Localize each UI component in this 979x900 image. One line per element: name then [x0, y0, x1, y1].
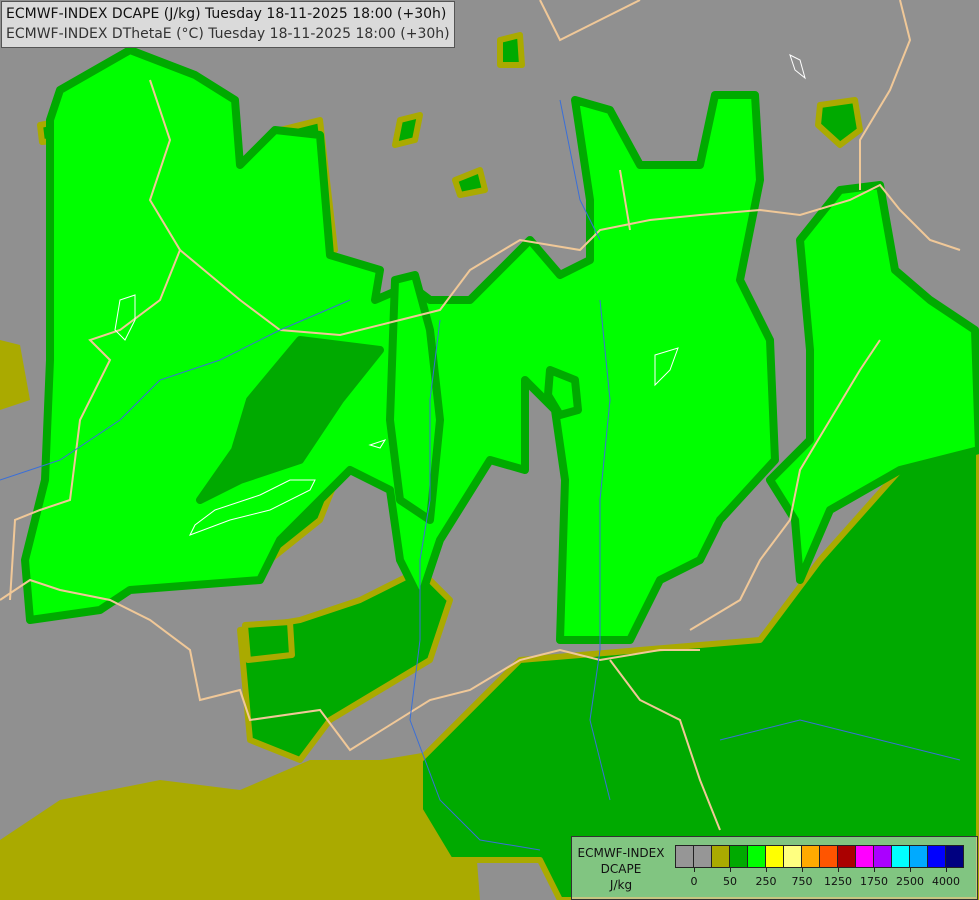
legend-swatch: [730, 846, 748, 867]
legend-swatch: [820, 846, 838, 867]
color-legend: ECMWF-INDEX DCAPE J/kg 0 50 250 750 1250 1750…: [571, 836, 978, 900]
legend-swatch: [784, 846, 802, 867]
legend-title-line: ECMWF-INDEX: [577, 846, 665, 860]
legend-tick-label: 1750: [860, 875, 888, 888]
dcape-map: [0, 0, 979, 900]
legend-swatch: [748, 846, 766, 867]
legend-tick: [694, 867, 695, 872]
legend-swatch: [712, 846, 730, 867]
legend-swatches: [675, 845, 964, 868]
legend-swatch: [856, 846, 874, 867]
map-title-box: ECMWF-INDEX DCAPE (J/kg) Tuesday 18-11-2…: [1, 1, 455, 48]
legend-tick-label: 250: [755, 875, 777, 888]
legend-tick-label: 750: [791, 875, 813, 888]
legend-swatch: [676, 846, 694, 867]
legend-swatch: [874, 846, 892, 867]
legend-swatch: [892, 846, 910, 867]
title-dcape: ECMWF-INDEX DCAPE (J/kg) Tuesday 18-11-2…: [6, 6, 447, 22]
legend-tick-label: 1250: [824, 875, 852, 888]
legend-swatch: [694, 846, 712, 867]
legend-unit: J/kg: [609, 878, 633, 892]
legend-title-line: DCAPE: [600, 862, 642, 876]
legend-swatch: [766, 846, 784, 867]
legend-tick: [946, 867, 947, 872]
legend-tick: [730, 867, 731, 872]
legend-tick: [874, 867, 875, 872]
legend-swatch: [946, 846, 963, 867]
legend-tick: [766, 867, 767, 872]
legend-tick-label: 50: [723, 875, 737, 888]
legend-tick-label: 0: [690, 875, 698, 888]
legend-swatch: [928, 846, 946, 867]
legend-swatch: [910, 846, 928, 867]
legend-swatch: [838, 846, 856, 867]
legend-tick-label: 2500: [896, 875, 924, 888]
legend-tick: [802, 867, 803, 872]
title-dthetae: ECMWF-INDEX DThetaE (°C) Tuesday 18-11-2…: [6, 26, 450, 42]
legend-tick-label: 4000: [932, 875, 960, 888]
legend-tick: [910, 867, 911, 872]
legend-tick: [838, 867, 839, 872]
legend-swatch: [802, 846, 820, 867]
legend-title: ECMWF-INDEX DCAPE J/kg: [576, 845, 666, 893]
